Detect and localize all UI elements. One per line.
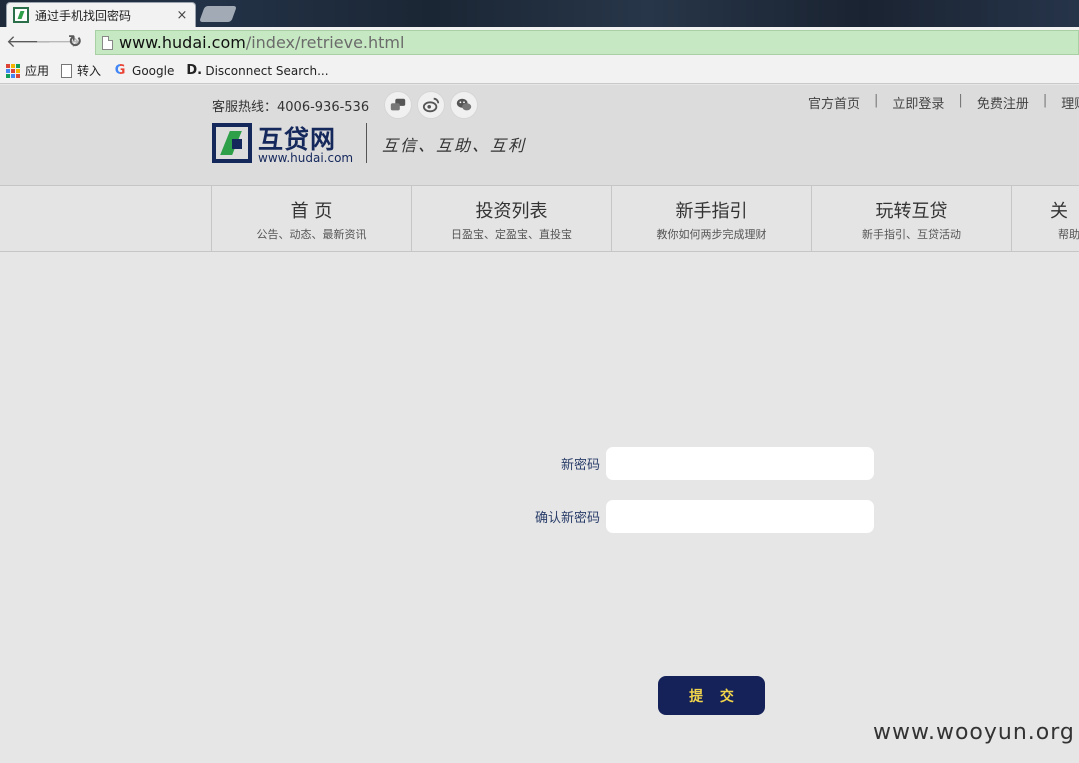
site-header: 客服热线：4006-936-536 官方首页 | 立即登录 | 免费注册 | 理…	[0, 85, 1079, 185]
new-tab-button[interactable]	[199, 6, 237, 22]
confirm-password-row: 确认新密码	[510, 500, 874, 533]
nav-subtitle: 公告、动态、最新资讯	[256, 228, 367, 241]
nav-home[interactable]: 首 页 公告、动态、最新资讯	[211, 186, 411, 251]
nav-play-hudai[interactable]: 玩转互贷 新手指引、互贷活动	[811, 186, 1011, 251]
new-password-input[interactable]	[606, 447, 874, 480]
bookmark-label: 应用	[25, 64, 50, 78]
customer-hotline: 客服热线：4006-936-536	[212, 100, 370, 115]
site-favicon-icon	[13, 7, 29, 23]
logo-mark-icon	[212, 123, 252, 163]
link-separator: |	[874, 93, 879, 108]
confirm-password-input[interactable]	[606, 500, 874, 533]
apps-icon	[6, 63, 20, 78]
page-icon	[102, 35, 113, 50]
link-register[interactable]: 免费注册	[977, 93, 1029, 112]
new-password-label: 新密码	[560, 458, 600, 473]
chat-icon[interactable]	[384, 91, 412, 119]
link-separator: |	[1042, 93, 1048, 108]
link-separator: |	[958, 93, 963, 108]
nav-title: 首 页	[290, 201, 333, 222]
bookmark-zhuanru[interactable]: 转入	[61, 62, 101, 79]
nav-subtitle: 教你如何两步完成理财	[656, 228, 767, 241]
bookmark-apps[interactable]: 应用	[6, 62, 49, 79]
bookmark-label: Google	[132, 63, 175, 78]
url-path: /index/retrieve.html	[245, 33, 405, 52]
nav-title: 新手指引	[675, 201, 748, 222]
confirm-password-label: 确认新密码	[534, 511, 600, 526]
top-links: 官方首页 | 立即登录 | 免费注册 | 理财	[808, 93, 1079, 112]
nav-title: 玩转互贷	[875, 201, 948, 222]
logo-divider	[366, 123, 367, 163]
google-icon: G	[114, 62, 126, 78]
address-bar[interactable]: www.hudai.com/index/retrieve.html	[95, 30, 1079, 55]
wechat-icon[interactable]	[450, 91, 478, 119]
tab-close-icon[interactable]: ×	[175, 8, 189, 23]
main-nav: 首 页 公告、动态、最新资讯 投资列表 日盈宝、定盈宝、直投宝 新手指引 教你如…	[0, 185, 1079, 252]
nav-about[interactable]: 关 帮助	[1011, 186, 1079, 251]
bookmark-label: Disconnect Search...	[205, 63, 329, 78]
tab-title: 通过手机找回密码	[35, 8, 132, 23]
bookmarks-bar: 应用 转入 G Google D. Disconnect Search...	[0, 58, 1079, 84]
new-password-row: 新密码	[510, 447, 874, 480]
url-host: www.hudai.com	[119, 33, 246, 52]
nav-subtitle: 日盈宝、定盈宝、直投宝	[451, 228, 572, 241]
bookmark-disconnect[interactable]: D. Disconnect Search...	[186, 62, 329, 78]
logo-domain: www.hudai.com	[258, 151, 354, 165]
watermark: www.wooyun.org	[873, 720, 1075, 745]
disconnect-icon: D.	[186, 62, 203, 78]
forward-button[interactable]: 🡒	[35, 31, 81, 53]
weibo-icon[interactable]	[417, 91, 445, 119]
back-button[interactable]: 🡐	[6, 31, 52, 53]
tab-strip: 通过手机找回密码 ×	[0, 0, 1079, 27]
nav-title: 投资列表	[475, 201, 548, 222]
bookmark-label: 转入	[77, 64, 102, 78]
bookmark-google[interactable]: G Google	[113, 62, 175, 78]
link-official-home[interactable]: 官方首页	[808, 93, 860, 112]
site-logo[interactable]: 互贷网 www.hudai.com	[212, 123, 354, 165]
nav-title: 关	[1050, 201, 1068, 222]
nav-invest-list[interactable]: 投资列表 日盈宝、定盈宝、直投宝	[411, 186, 611, 251]
slogan: 互信、互助、互利	[382, 136, 527, 155]
link-login[interactable]: 立即登录	[892, 93, 944, 112]
browser-toolbar: 🡐 🡒 ↻ www.hudai.com/index/retrieve.html	[0, 27, 1079, 58]
reload-button[interactable]: ↻	[64, 31, 86, 53]
nav-beginner-guide[interactable]: 新手指引 教你如何两步完成理财	[611, 186, 811, 251]
nav-subtitle: 帮助	[1058, 228, 1079, 241]
document-icon	[61, 63, 73, 78]
link-wealth[interactable]: 理财	[1061, 93, 1079, 112]
browser-tab[interactable]: 通过手机找回密码 ×	[6, 2, 196, 27]
submit-button[interactable]: 提 交	[658, 676, 765, 715]
nav-subtitle: 新手指引、互贷活动	[862, 228, 961, 241]
